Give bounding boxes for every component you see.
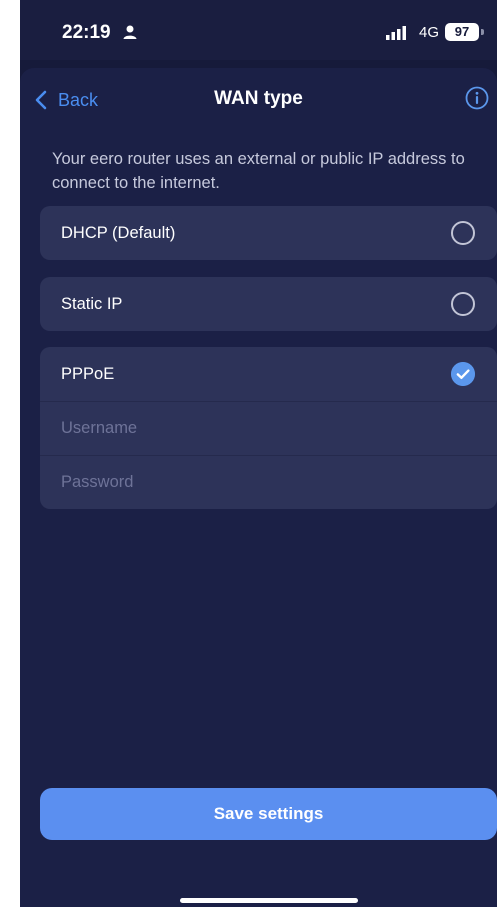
status-bar: 22:19 4G 97	[20, 0, 497, 60]
checkmark-selected-icon	[451, 362, 475, 386]
option-label: DHCP (Default)	[61, 223, 176, 242]
battery-tip	[481, 29, 484, 35]
network-type: 4G	[419, 24, 440, 41]
phone-screen: 22:19 4G 97 Back WAN type Your eero rout…	[20, 0, 497, 907]
option-row-static-ip[interactable]: Static IP	[40, 277, 497, 331]
wan-type-sheet: Back WAN type Your eero router uses an e…	[20, 68, 497, 907]
radio-unselected-icon	[451, 292, 475, 316]
battery-icon: 97	[445, 23, 479, 41]
signal-icon	[386, 26, 406, 40]
username-row[interactable]	[40, 401, 497, 455]
wan-description: Your eero router uses an external or pub…	[52, 150, 465, 192]
home-indicator	[180, 898, 358, 903]
password-row[interactable]	[40, 455, 497, 509]
left-margin	[0, 0, 20, 907]
status-time: 22:19	[62, 22, 111, 43]
option-pppoe[interactable]: PPPoE	[40, 347, 497, 509]
person-icon	[123, 25, 137, 39]
username-input[interactable]	[61, 419, 461, 438]
save-settings-button[interactable]: Save settings	[40, 788, 497, 840]
option-row-dhcp[interactable]: DHCP (Default)	[40, 206, 497, 260]
radio-unselected-icon	[451, 221, 475, 245]
option-label: PPPoE	[61, 364, 115, 383]
password-input[interactable]	[61, 473, 461, 492]
info-icon[interactable]	[465, 86, 489, 110]
option-static-ip[interactable]: Static IP	[40, 277, 497, 331]
option-label: Static IP	[61, 294, 123, 313]
option-row-pppoe[interactable]: PPPoE	[40, 347, 497, 401]
page-title: WAN type	[214, 88, 303, 109]
option-dhcp[interactable]: DHCP (Default)	[40, 206, 497, 260]
